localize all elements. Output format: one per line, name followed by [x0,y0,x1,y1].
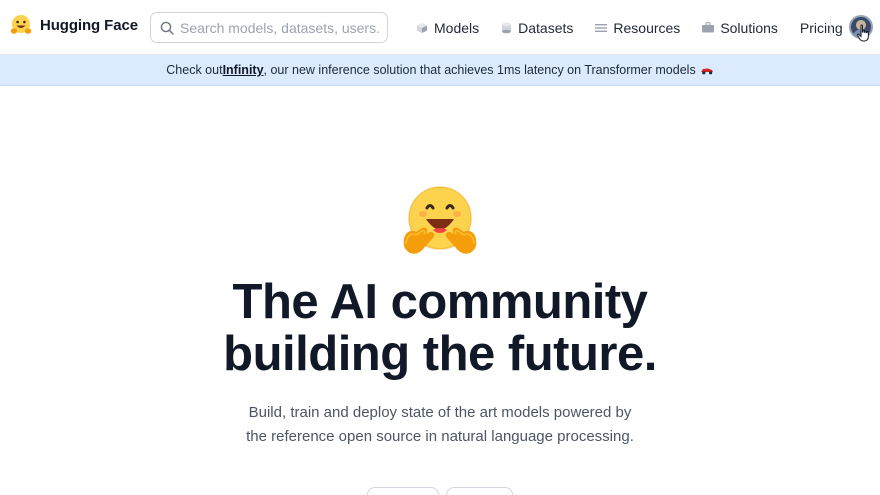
nav-solutions-label: Solutions [720,19,778,36]
hero-title-line1: The AI community [232,275,648,329]
nav-pricing[interactable]: Pricing [800,20,843,36]
search-input[interactable] [180,19,380,36]
race-car-icon [700,68,713,74]
main-nav: Models Datasets Resources Solutions Pric… [416,0,843,55]
banner-infinity-link[interactable]: Infinity [223,63,264,77]
hugging-face-emoji-icon [403,186,477,254]
cta-button-secondary[interactable] [446,487,513,495]
nav-models-label: Models [434,19,480,36]
hero-subtitle-line1: Build, train and deploy state of the art… [248,404,632,421]
banner-prefix: Check out [166,63,223,77]
search-icon [160,21,174,35]
nav-resources-label: Resources [613,19,681,36]
nav-models[interactable]: Models [416,20,479,36]
briefcase-icon [702,22,715,33]
hero-subtitle: Build, train and deploy state of the art… [0,401,880,449]
hugging-face-logo-icon [10,15,32,34]
banner-suffix: , our new inference solution that achiev… [263,63,696,77]
hero-title-line2: building the future. [223,327,657,381]
top-navbar: Hugging Face Models Datasets [0,0,880,55]
nav-resources[interactable]: Resources [595,20,680,36]
nav-pricing-label: Pricing [799,19,843,36]
nav-datasets[interactable]: Datasets [501,20,573,36]
nav-solutions[interactable]: Solutions [702,20,778,36]
menu-lines-icon [595,23,608,32]
promo-banner: Check out Infinity, our new inference so… [0,55,880,86]
cta-button-primary[interactable] [367,487,439,495]
search-box[interactable] [150,12,388,43]
cube-icon [417,22,427,33]
nav-divider [830,16,831,38]
brand-home-link[interactable]: Hugging Face [9,13,138,37]
database-icon [502,22,512,33]
nav-datasets-label: Datasets [518,19,574,36]
hand-cursor-icon [857,24,869,42]
brand-name: Hugging Face [40,16,138,34]
hero-title: The AI community building the future. [0,276,880,380]
hero-subtitle-line2: the reference open source in natural lan… [246,428,634,445]
